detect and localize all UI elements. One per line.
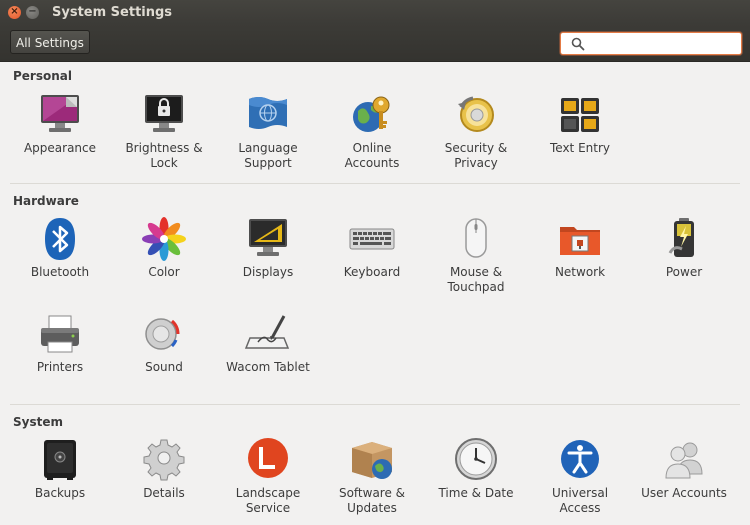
item-label: Keyboard [343, 265, 401, 279]
settings-item-security-privacy[interactable]: Security & Privacy [424, 91, 528, 171]
displays-icon [249, 219, 287, 256]
item-label: Color [148, 265, 180, 279]
settings-item-network[interactable]: Network [528, 215, 632, 280]
color-icon [142, 217, 186, 261]
search-icon [571, 37, 585, 51]
appearance-icon [41, 95, 79, 132]
settings-item-software-updates[interactable]: Software & Updates [320, 436, 424, 516]
item-label: Language Support [238, 141, 298, 170]
item-label: Security & Privacy [444, 141, 508, 170]
settings-item-mouse-touchpad[interactable]: Mouse & Touchpad [424, 215, 528, 295]
security-icon [458, 96, 494, 132]
item-label: Universal Access [551, 486, 609, 515]
settings-item-brightness-lock[interactable]: Brightness & Lock [112, 91, 216, 171]
language-icon [249, 97, 287, 129]
text-entry-icon [561, 98, 599, 132]
settings-item-details[interactable]: Details [112, 436, 216, 501]
settings-item-universal-access[interactable]: Universal Access [528, 436, 632, 516]
item-label: Appearance [23, 141, 97, 155]
item-label: Software & Updates [338, 486, 406, 515]
close-icon: × [10, 6, 19, 17]
clock-icon [455, 438, 497, 480]
search-input[interactable] [591, 35, 735, 52]
universal-access-icon [561, 440, 599, 478]
settings-item-displays[interactable]: Displays [216, 215, 320, 280]
section-title-system: System [13, 415, 63, 429]
mouse-icon [465, 218, 487, 258]
search-box[interactable] [560, 32, 742, 55]
settings-item-time-date[interactable]: Time & Date [424, 436, 528, 501]
close-button[interactable]: × [8, 5, 21, 19]
section-divider [10, 404, 740, 405]
item-label: Printers [36, 360, 84, 374]
settings-item-landscape-service[interactable]: Landscape Service [216, 436, 320, 516]
settings-item-backups[interactable]: Backups [8, 436, 112, 501]
title-bar: × − System Settings [0, 0, 750, 24]
section-divider [10, 183, 740, 184]
settings-item-sound[interactable]: Sound [112, 310, 216, 375]
toolbar: All Settings [0, 24, 750, 62]
item-label: Wacom Tablet [226, 360, 310, 374]
user-accounts-icon [665, 442, 703, 479]
settings-item-bluetooth[interactable]: Bluetooth [8, 215, 112, 280]
settings-item-power[interactable]: Power [632, 215, 736, 280]
landscape-icon [248, 438, 288, 478]
item-label: Network [554, 265, 606, 279]
item-label: Online Accounts [344, 141, 400, 170]
minimize-button[interactable]: − [26, 5, 39, 19]
item-label: Power [665, 265, 703, 279]
settings-item-user-accounts[interactable]: User Accounts [632, 436, 736, 501]
item-label: Brightness & Lock [125, 141, 203, 170]
section-title-personal: Personal [13, 69, 72, 83]
item-label: Mouse & Touchpad [447, 265, 505, 294]
network-icon [560, 227, 600, 255]
settings-item-text-entry[interactable]: Text Entry [528, 91, 632, 156]
backups-icon [44, 440, 76, 480]
section-title-hardware: Hardware [13, 194, 79, 208]
settings-item-online-accounts[interactable]: Online Accounts [320, 91, 424, 171]
software-updates-icon [352, 442, 392, 479]
item-label: Details [143, 486, 185, 500]
sound-icon [145, 318, 180, 350]
item-label: User Accounts [641, 486, 727, 500]
wacom-tablet-icon [244, 315, 290, 349]
settings-item-wacom-tablet[interactable]: Wacom Tablet [216, 310, 320, 375]
window-title: System Settings [52, 4, 173, 20]
printer-icon [41, 315, 79, 353]
details-icon [143, 439, 185, 481]
all-settings-button[interactable]: All Settings [10, 30, 90, 54]
online-accounts-icon [353, 96, 390, 132]
item-label: Landscape Service [235, 486, 301, 515]
settings-item-keyboard[interactable]: Keyboard [320, 215, 424, 280]
item-label: Bluetooth [30, 265, 90, 279]
settings-item-printers[interactable]: Printers [8, 310, 112, 375]
item-label: Text Entry [549, 141, 610, 155]
keyboard-icon [349, 228, 395, 250]
item-label: Time & Date [438, 486, 514, 500]
brightness-lock-icon [145, 95, 183, 132]
item-label: Displays [242, 265, 294, 279]
bluetooth-icon [45, 218, 75, 260]
settings-item-color[interactable]: Color [112, 215, 216, 280]
power-icon [668, 218, 694, 257]
settings-item-language-support[interactable]: Language Support [216, 91, 320, 171]
minimize-icon: − [28, 6, 37, 17]
settings-item-appearance[interactable]: Appearance [8, 91, 112, 156]
item-label: Sound [145, 360, 183, 374]
item-label: Backups [34, 486, 86, 500]
